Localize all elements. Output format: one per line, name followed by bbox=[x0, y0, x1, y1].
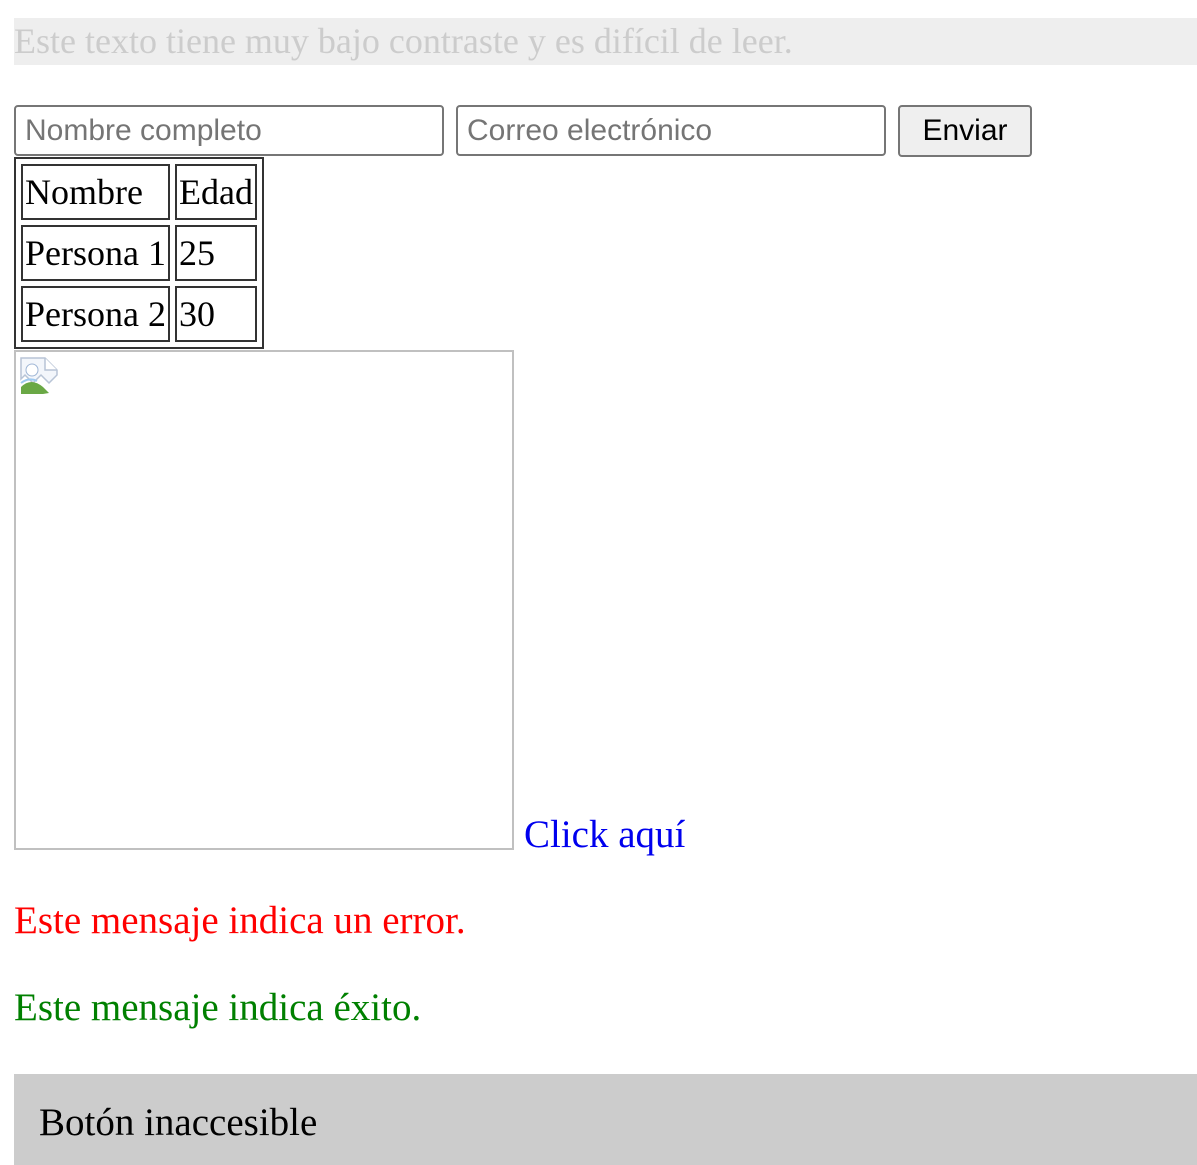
low-contrast-text: Este texto tiene muy bajo contraste y es… bbox=[14, 18, 1197, 65]
table-cell-age: 25 bbox=[174, 225, 257, 281]
table-row: Persona 1 25 bbox=[21, 225, 257, 281]
broken-image-icon bbox=[20, 357, 58, 394]
table-row: Persona 2 30 bbox=[21, 286, 257, 342]
submit-button[interactable]: Enviar bbox=[898, 105, 1032, 157]
table-cell-name: Persona 2 bbox=[21, 286, 170, 342]
table-header-row: Nombre Edad bbox=[21, 164, 257, 220]
people-table: Nombre Edad Persona 1 25 Persona 2 30 bbox=[14, 157, 264, 349]
table-cell-age: 30 bbox=[174, 286, 257, 342]
column-header-name: Nombre bbox=[21, 164, 170, 220]
success-message: Este mensaje indica éxito. bbox=[14, 986, 422, 1029]
email-input[interactable] bbox=[456, 105, 886, 156]
column-header-age: Edad bbox=[174, 164, 257, 220]
table-cell-name: Persona 1 bbox=[21, 225, 170, 281]
full-name-input[interactable] bbox=[14, 105, 444, 156]
inaccessible-button-label: Botón inaccesible bbox=[39, 1101, 318, 1144]
click-here-link[interactable]: Click aquí bbox=[524, 812, 685, 857]
error-message: Este mensaje indica un error. bbox=[14, 899, 466, 942]
inaccessible-button[interactable]: Botón inaccesible bbox=[14, 1074, 1197, 1165]
broken-image bbox=[14, 350, 514, 850]
